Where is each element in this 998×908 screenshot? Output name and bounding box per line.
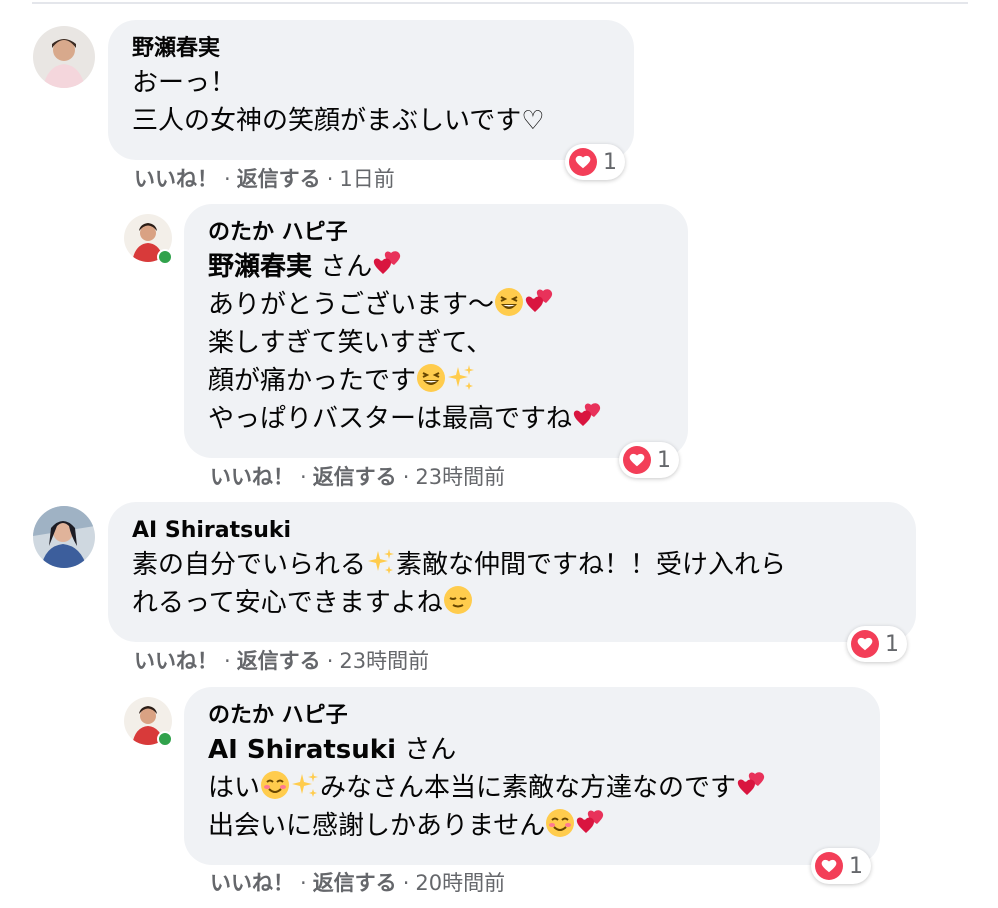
comment-text: れるって安心できますよね [132,588,443,618]
comment-actions: いいね！ · 返信する · 1日前 [134,163,395,193]
two-hearts-emoji [372,249,402,279]
reaction-count: 1 [885,631,899,657]
timestamp[interactable]: 20時間前 [415,871,505,895]
comment-text: はい [208,773,261,803]
like-link[interactable]: いいね！ [134,167,218,191]
comment-author[interactable]: のたか ハピ子 [208,701,856,731]
comment-author[interactable]: 野瀬春実 [132,34,610,64]
separator: · [402,465,410,489]
comment-text: 顔が痛かったです [208,366,417,396]
comment-text: 素敵な仲間ですね！！受け入れら [396,550,787,580]
reaction-count: 1 [657,447,671,473]
comment-text: ありがとうございます〜 [208,290,495,320]
comment-bubble: のたか ハピ子 AI Shiratsuki さん はい みなさん本当に素敵な方達な… [184,687,880,865]
online-status-indicator [157,731,173,747]
comment-text-line: 素の自分でいられる 素敵な仲間ですね！！受け入れら [132,546,892,584]
mention-tag[interactable]: AI Shiratsuki [208,735,396,765]
separator: · [224,167,231,191]
heart-reaction-icon [851,630,879,658]
sparkles-emoji [366,547,396,577]
comment-text-line: ありがとうございます〜 [208,286,664,324]
comment-actions: いいね！ · 返信する · 23時間前 [210,461,505,491]
comment-text-line: やっぱりバスターは最高ですね [208,400,664,438]
smiling-blush-emoji [545,808,575,838]
avatar[interactable] [33,506,95,568]
sparkles-emoji [290,770,320,800]
heart-reaction-icon [569,148,597,176]
reaction-count-badge[interactable]: 1 [619,442,679,478]
separator: · [224,649,231,673]
timestamp[interactable]: 1日前 [339,167,394,191]
mention-suffix: さん [312,252,373,282]
sparkles-emoji [446,363,476,393]
like-link[interactable]: いいね！ [134,649,218,673]
reaction-count-badge[interactable]: 1 [811,848,871,884]
comment-text-line: はい みなさん本当に素敵な方達なのです [208,769,856,807]
online-status-indicator [157,249,173,265]
comment-text: 出会いに感謝しかありません [208,811,546,841]
like-link[interactable]: いいね！ [210,465,294,489]
reaction-count-badge[interactable]: 1 [565,144,625,180]
separator: · [402,871,410,895]
comment-actions: いいね！ · 返信する · 23時間前 [134,645,429,675]
grinning-squint-emoji [416,363,446,393]
avatar[interactable] [33,26,95,88]
comment-text: みなさん本当に素敵な方達なのです [320,773,737,803]
grinning-squint-emoji [494,287,524,317]
comment-text-line: AI Shiratsuki さん [208,731,856,769]
reply-link[interactable]: 返信する [313,465,397,489]
comment-author[interactable]: AI Shiratsuki [132,516,892,546]
comment-text-line: 出会いに感謝しかありません [208,807,856,845]
timestamp[interactable]: 23時間前 [415,465,505,489]
comment-text-line: 楽しすぎて笑いすぎて、 [208,328,493,358]
separator: · [300,465,307,489]
comment-bubble: のたか ハピ子 野瀬春実 さん ありがとうございます〜 楽しすぎて笑いすぎて、 … [184,204,688,458]
comment-text-line: 三人の女神の笑顔がまぶしいです♡ [132,106,545,136]
separator: · [300,871,307,895]
mention-tag[interactable]: 野瀬春実 [208,252,312,282]
comment-text-line: れるって安心できますよね [132,584,892,622]
comment-text: 素の自分でいられる [132,550,367,580]
two-hearts-emoji [575,808,605,838]
mention-suffix: さん [395,735,457,765]
top-divider [32,2,968,4]
comment-actions: いいね！ · 返信する · 20時間前 [210,867,505,897]
separator: · [326,649,334,673]
heart-reaction-icon [815,852,843,880]
separator: · [326,167,334,191]
timestamp[interactable]: 23時間前 [339,649,429,673]
reply-link[interactable]: 返信する [237,167,321,191]
reaction-count: 1 [849,853,863,879]
two-hearts-emoji [524,287,554,317]
comment-text-line: 野瀬春実 さん [208,248,664,286]
two-hearts-emoji [736,770,766,800]
comment-text-line: おーっ！ [132,68,237,98]
reply-link[interactable]: 返信する [237,649,321,673]
like-link[interactable]: いいね！ [210,871,294,895]
reply-link[interactable]: 返信する [313,871,397,895]
comment-text: やっぱりバスターは最高ですね [208,404,573,434]
smiling-blush-emoji [260,770,290,800]
heart-reaction-icon [623,446,651,474]
reaction-count-badge[interactable]: 1 [847,626,907,662]
comment-bubble: 野瀬春実 おーっ！ 三人の女神の笑顔がまぶしいです♡ [108,20,634,160]
relieved-emoji [443,585,473,615]
two-hearts-emoji [572,401,602,431]
comment-bubble: AI Shiratsuki 素の自分でいられる 素敵な仲間ですね！！受け入れら れ… [108,502,916,642]
reaction-count: 1 [603,149,617,175]
comment-author[interactable]: のたか ハピ子 [208,218,664,248]
comment-text-line: 顔が痛かったです [208,362,664,400]
